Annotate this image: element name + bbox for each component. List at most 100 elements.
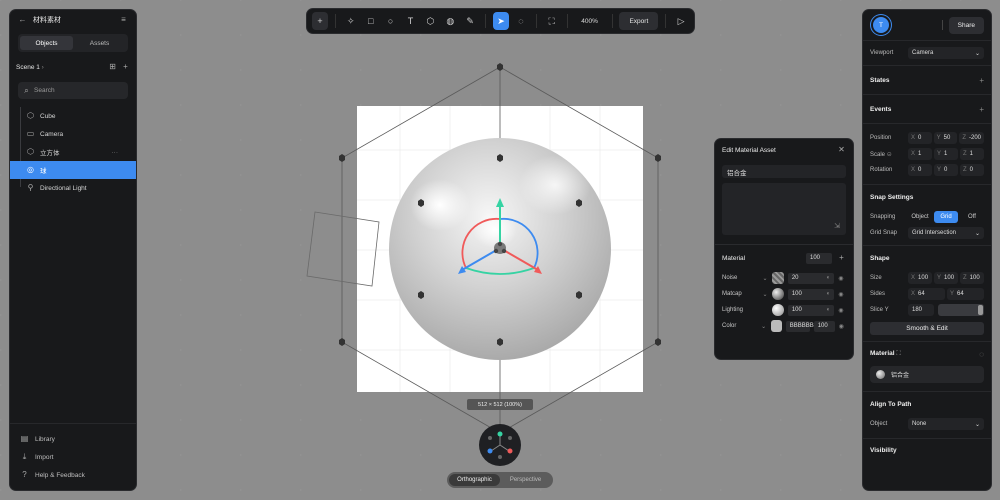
sides-y-field[interactable]: Y 64 [947,288,984,300]
chevron-down-icon[interactable]: ⌄ [763,291,769,298]
slice-y-field[interactable]: 180 [908,304,934,316]
slider-knob[interactable] [978,305,983,315]
tree-item-label: Camera [40,130,64,138]
material-title: Material [870,350,895,357]
material-chip[interactable]: 铝合金 [870,366,984,383]
zoom-level[interactable]: 400% [575,18,605,25]
ellipse-tool[interactable]: ○ [383,12,399,30]
material-preview-area[interactable]: ⇲ [722,183,846,235]
scale-y-field[interactable]: Y1 [934,148,958,160]
position-y-field[interactable]: Y 50 [933,132,958,144]
position-x-field[interactable]: X0 [908,132,932,144]
resize-icon[interactable]: ⇲ [834,222,840,230]
lighting-value[interactable]: 100 ◐ [787,304,835,316]
magic-tool[interactable]: ✧ [343,12,359,30]
chevron-down-icon: ⌄ [974,50,980,57]
position-z-field[interactable]: Z -200 [959,132,984,144]
tree-item-label: 立方体 [40,150,60,157]
tree-item-directional-light[interactable]: ⚲ Directional Light [10,179,136,197]
lighting-swatch[interactable] [772,304,784,316]
add-state-icon[interactable]: + [979,76,984,85]
material-name-field[interactable]: 铝合金 [722,165,846,178]
tree-item-camera[interactable]: ▭ Camera [10,125,136,143]
rectangle-tool[interactable]: □ [363,12,379,30]
rotation-x-field[interactable]: X0 [908,164,932,176]
tab-assets[interactable]: Assets [73,36,126,50]
add-event-icon[interactable]: + [979,105,984,114]
tree-item-cube[interactable]: ⬡ Cube [10,107,136,125]
eye-icon[interactable]: ◉ [838,307,846,314]
tree-item-sphere[interactable]: ◎ 球 [10,161,136,179]
viewport-select[interactable]: Camera ⌄ [908,47,984,59]
play-icon: ▷ [677,15,685,26]
color-opacity[interactable]: 100 [813,320,835,332]
more-icon[interactable]: ··· [112,149,119,156]
eye-icon[interactable]: ◉ [838,291,846,298]
noise-value[interactable]: 20 ◐ [787,272,835,284]
import-link[interactable]: ⤓ Import [10,448,136,466]
orientation-gizmo[interactable] [479,424,521,466]
eye-icon[interactable]: ◉ [839,323,846,330]
search-input[interactable] [34,87,122,94]
view-perspective[interactable]: Perspective [500,474,551,486]
export-button[interactable]: Export [619,12,659,30]
snap-object[interactable]: Object [908,211,932,223]
add-icon[interactable]: + [121,63,130,72]
matcap-value[interactable]: 100 ◐ [787,288,835,300]
expand-icon[interactable]: ⛶ [896,350,901,357]
left-panel: ← 材料素材 ≡ Objects Assets Scene 1 › ⊞ + ⌕ … [9,9,137,491]
search-icon: ⌕ [24,85,29,95]
slice-y-slider[interactable] [938,304,984,316]
play-button[interactable]: ▷ [673,12,689,30]
color-swatch[interactable] [770,320,782,332]
size-z-field[interactable]: Z 100 [960,272,984,284]
frame-tool[interactable]: ⛶ [544,12,560,30]
tab-objects[interactable]: Objects [20,36,73,50]
back-arrow-icon[interactable]: ← [18,16,27,25]
object-select[interactable]: None ⌄ [908,418,984,430]
text-tool[interactable]: T [403,12,419,30]
scale-x-field[interactable]: X1 [908,148,932,160]
lock-icon[interactable]: ⊝ [887,152,892,158]
noise-swatch[interactable] [772,272,784,284]
add-icon[interactable]: + [837,254,846,263]
cube-tool[interactable]: ⬡ [422,12,438,30]
grid-view-icon[interactable]: ⊞ [108,63,117,72]
matcap-swatch[interactable] [772,288,784,300]
project-title[interactable]: 材料素材 [33,15,113,25]
sphere-tool[interactable]: ◍ [442,12,458,30]
chevron-down-icon[interactable]: ⌄ [763,275,769,282]
chevron-down-icon[interactable]: ⌄ [761,323,767,330]
share-button[interactable]: Share [948,16,984,34]
artboard[interactable] [357,106,643,392]
help-link[interactable]: ? Help & Feedback [10,466,136,484]
size-x-field[interactable]: X 100 [908,272,932,284]
material-value[interactable]: 100 [806,252,832,264]
scale-z-field[interactable]: Z1 [960,148,984,160]
menu-icon[interactable]: ≡ [119,16,128,25]
search-box[interactable]: ⌕ [18,82,128,99]
color-hex[interactable]: BBBBBB [785,320,814,332]
avatar[interactable]: T [873,17,889,33]
material-settings-icon[interactable]: ◌ [979,350,984,359]
eye-icon[interactable]: ◉ [838,275,846,282]
snap-off[interactable]: Off [960,211,984,223]
add-button[interactable]: + [312,12,328,30]
sphere-icon: ◍ [446,15,455,26]
snap-grid[interactable]: Grid [934,211,958,223]
scene-selector[interactable]: Scene 1 › ⊞ + [10,56,136,78]
library-link[interactable]: ▤ Library [10,430,136,448]
size-y-field[interactable]: Y 100 [934,272,958,284]
tree-item-cube-2[interactable]: ⬡ 立方体 ··· [10,143,136,161]
pen-tool[interactable]: ✎ [462,12,478,30]
grid-snap-select[interactable]: Grid Intersection ⌄ [908,227,984,239]
rotation-y-field[interactable]: Y0 [934,164,958,176]
select-tool[interactable]: ➤ [493,12,509,30]
comment-tool[interactable]: ◌ [513,12,529,30]
close-icon[interactable]: ✕ [837,146,846,155]
sides-x-field[interactable]: X 64 [908,288,945,300]
smooth-edit-button[interactable]: Smooth & Edit [870,322,984,335]
rotation-z-field[interactable]: Z0 [960,164,984,176]
view-orthographic[interactable]: Orthographic [449,474,500,486]
view-mode-toggle[interactable]: Orthographic Perspective [447,472,553,488]
